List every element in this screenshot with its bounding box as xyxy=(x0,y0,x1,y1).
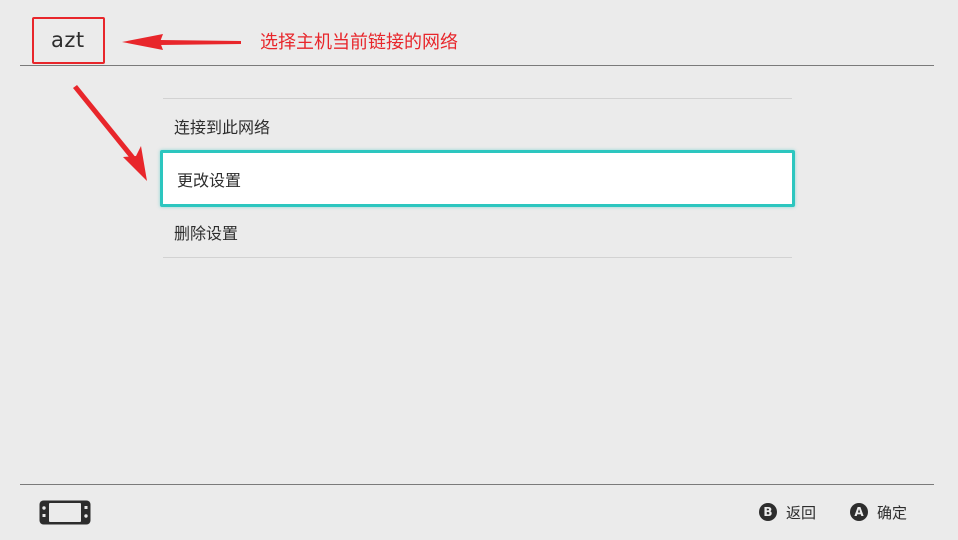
a-button-icon: A xyxy=(850,503,868,521)
annotation-arrow-left xyxy=(122,34,241,50)
annotation-arrows xyxy=(73,34,241,181)
confirm-button-label: 确定 xyxy=(877,503,908,522)
back-button-label: 返回 xyxy=(786,503,817,522)
b-button-icon: B xyxy=(759,503,777,521)
confirm-button[interactable]: A 确定 xyxy=(850,501,907,523)
back-button[interactable]: B 返回 xyxy=(759,501,816,523)
console-handheld-icon xyxy=(39,500,91,525)
annotation-arrow-down xyxy=(73,85,147,181)
footer-divider xyxy=(20,484,934,485)
